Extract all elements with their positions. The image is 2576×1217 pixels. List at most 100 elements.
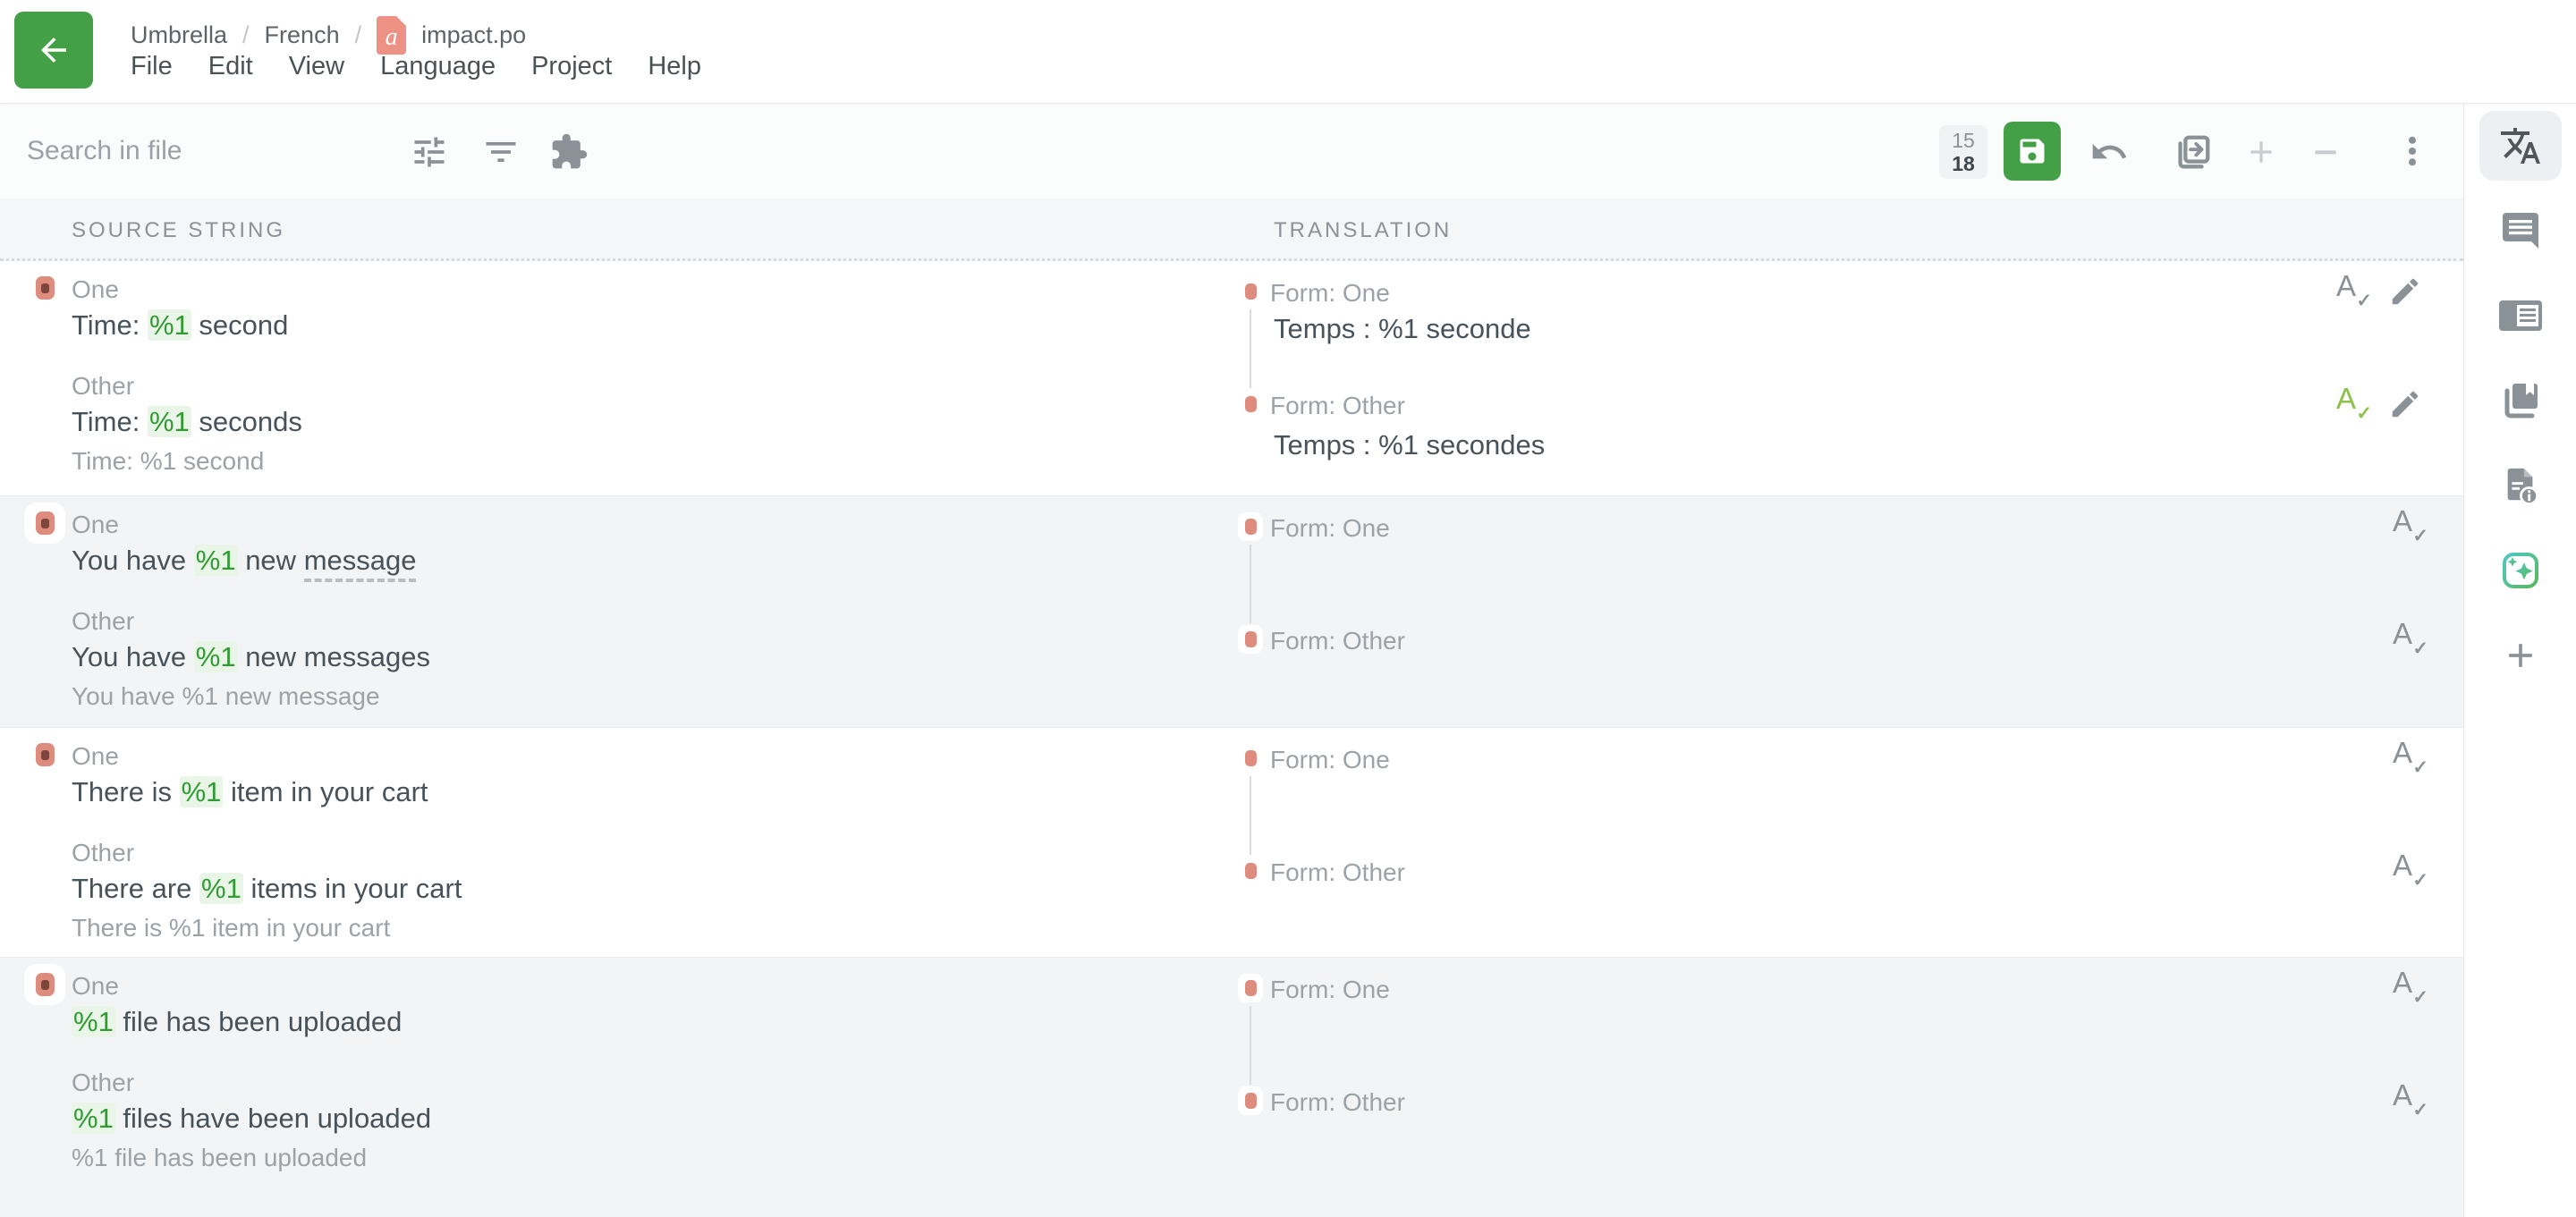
status-marker: [24, 964, 65, 1005]
source-text: %1 files have been uploaded: [72, 1103, 431, 1135]
translation-status-marker: [1238, 390, 1263, 418]
breadcrumb-file-name[interactable]: impact.po: [421, 21, 526, 49]
top-bar: Umbrella / French / a impact.po File Edi…: [0, 0, 2576, 104]
plural-form-label: One: [72, 275, 119, 304]
translation-status-marker: [1238, 974, 1263, 1002]
sidebar-panel-translations[interactable]: [2479, 111, 2562, 181]
menu-item-file[interactable]: File: [131, 52, 173, 81]
translation-form-label: Form: Other: [1270, 858, 1405, 887]
placeholder-token: %1: [194, 641, 238, 672]
spellcheck-icon[interactable]: A✓: [2389, 618, 2428, 657]
placeholder-token: %1: [148, 406, 191, 437]
plugins-icon[interactable]: [549, 132, 589, 172]
menu-item-edit[interactable]: Edit: [208, 52, 253, 81]
edit-pencil-icon[interactable]: [2388, 384, 2422, 421]
search-input[interactable]: Search in file: [27, 136, 367, 166]
more-menu-icon[interactable]: [2394, 132, 2431, 170]
plural-form-label: One: [72, 742, 119, 771]
save-button[interactable]: [2004, 122, 2061, 181]
placeholder-token: %1: [72, 1006, 115, 1037]
breadcrumb-separator: /: [242, 21, 250, 49]
table-header: SOURCE STRING TRANSLATION: [0, 199, 2463, 261]
breadcrumb: Umbrella / French / a impact.po: [131, 16, 526, 55]
translation-status-marker: [1238, 1086, 1263, 1115]
minus-button[interactable]: [2308, 134, 2343, 170]
sidebar-panel-comments[interactable]: [2479, 196, 2562, 266]
term-card-icon: [2499, 299, 2542, 333]
status-marker: [24, 267, 65, 308]
status-marker: [24, 734, 65, 775]
column-header-source: SOURCE STRING: [72, 218, 285, 243]
sidebar-panel-file-context[interactable]: [2479, 451, 2562, 520]
reference-text: There is %1 item in your cart: [72, 914, 390, 942]
edit-pencil-icon[interactable]: [2388, 271, 2422, 308]
breadcrumb-separator: /: [355, 21, 362, 49]
menu-item-help[interactable]: Help: [648, 52, 701, 81]
sidebar-panel-translation-memory[interactable]: [2479, 366, 2562, 435]
file-type-icon: a: [377, 16, 406, 55]
spellcheck-icon[interactable]: A✓: [2333, 383, 2372, 422]
undo-icon[interactable]: [2089, 132, 2129, 172]
translation-status-marker: [1238, 857, 1263, 885]
translation-status-marker: [1238, 512, 1263, 541]
underlined-term: message: [304, 545, 417, 582]
form-connector-line: [1250, 545, 1251, 623]
sidebar-add-panel[interactable]: [2479, 621, 2562, 690]
plus-button[interactable]: [2243, 134, 2279, 170]
topbar-actions: 0% 0%: [1771, 0, 2576, 104]
plural-form-label: One: [72, 972, 119, 1001]
reference-text: Time: %1 second: [72, 447, 264, 476]
source-text: You have %1 new message: [72, 545, 416, 577]
spellcheck-icon[interactable]: A✓: [2389, 849, 2428, 889]
string-row[interactable]: One %1 file has been uploaded Other %1 f…: [0, 958, 2463, 1217]
plural-form-label: Other: [72, 607, 134, 636]
source-text: There is %1 item in your cart: [72, 776, 428, 808]
source-text: There are %1 items in your cart: [72, 873, 462, 905]
placeholder-token: %1: [194, 545, 238, 576]
menu-item-view[interactable]: View: [289, 52, 344, 81]
placeholder-token: %1: [148, 309, 191, 341]
spellcheck-icon[interactable]: A✓: [2389, 505, 2428, 545]
form-connector-line: [1250, 1006, 1251, 1085]
copy-source-icon[interactable]: [2172, 132, 2213, 173]
menu-bar: File Edit View Language Project Help: [131, 52, 701, 81]
arrow-left-icon: [35, 31, 72, 69]
counter-current: 15: [1952, 129, 1975, 152]
string-row[interactable]: One You have %1 new message Other You ha…: [0, 496, 2463, 728]
translation-form-label: Form: One: [1270, 976, 1390, 1004]
breadcrumb-language[interactable]: French: [265, 21, 340, 49]
string-row[interactable]: One Time: %1 second Other Time: %1 secon…: [0, 261, 2463, 496]
plural-form-label: Other: [72, 372, 134, 401]
sidebar-panel-glossary[interactable]: [2479, 281, 2562, 351]
column-header-translation: TRANSLATION: [1274, 218, 1452, 243]
spellcheck-icon[interactable]: A✓: [2333, 270, 2372, 309]
placeholder-token: %1: [199, 873, 243, 904]
placeholder-token: %1: [180, 776, 224, 807]
spellcheck-icon[interactable]: A✓: [2389, 967, 2428, 1006]
comment-icon: [2499, 209, 2542, 252]
filter-icon[interactable]: [481, 132, 521, 172]
advanced-filter-icon[interactable]: [410, 132, 449, 172]
menu-item-language[interactable]: Language: [380, 52, 496, 81]
back-button[interactable]: [14, 12, 93, 89]
reference-text: %1 file has been uploaded: [72, 1144, 367, 1172]
spellcheck-icon[interactable]: A✓: [2389, 737, 2428, 776]
form-connector-line: [1250, 309, 1251, 388]
sidebar-panel-ai-assistant[interactable]: [2479, 536, 2562, 605]
menu-item-project[interactable]: Project: [531, 52, 612, 81]
plural-form-label: Other: [72, 839, 134, 867]
translation-form-label: Form: One: [1270, 746, 1390, 774]
translation-text[interactable]: Temps : %1 seconde: [1274, 313, 1531, 345]
translation-text[interactable]: Temps : %1 secondes: [1274, 429, 1545, 461]
ai-sparkle-icon: [2499, 549, 2542, 592]
save-icon: [2016, 135, 2048, 167]
status-marker: [24, 503, 65, 544]
breadcrumb-project[interactable]: Umbrella: [131, 21, 227, 49]
pages-bookmark-icon: [2499, 379, 2542, 422]
editor-toolbar: Search in file 15 18: [0, 104, 2463, 199]
string-row[interactable]: One There is %1 item in your cart Other …: [0, 728, 2463, 958]
plural-form-label: One: [72, 511, 119, 539]
translation-status-marker: [1238, 744, 1263, 773]
translation-status-marker: [1238, 625, 1263, 654]
spellcheck-icon[interactable]: A✓: [2389, 1079, 2428, 1119]
